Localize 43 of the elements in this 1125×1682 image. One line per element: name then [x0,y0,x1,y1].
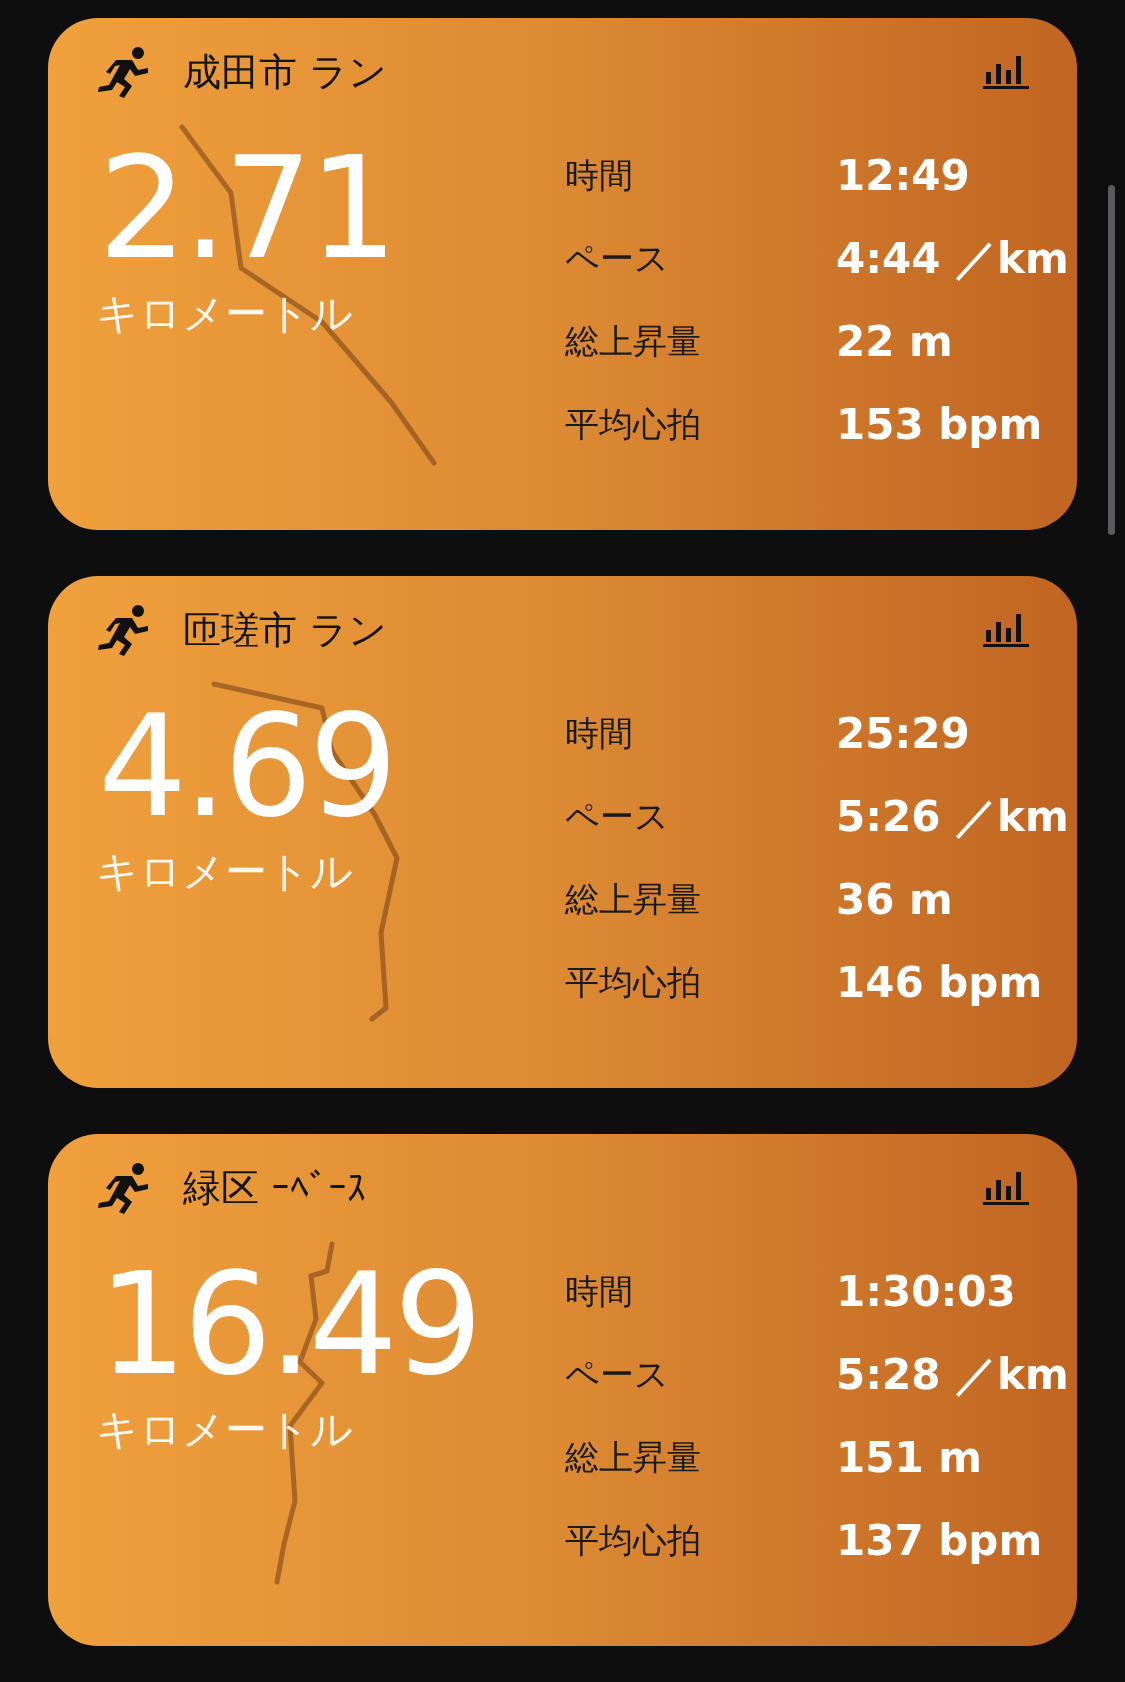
workout-card[interactable]: 成田市 ラン 2.71 キロメートル 時間 12:49 ペース 4:44 ／km 総上昇量 22 m 平均心拍 153 bpm [48,18,1077,530]
distance-unit: キロメートル [96,288,354,340]
distance-value: 4.69 [98,692,395,842]
stat-value: 146 bpm [836,958,1043,1007]
stat-label: ペース [565,236,670,280]
stat-label: 時間 [565,1269,634,1313]
workout-card[interactable]: 緑区 ｰﾍﾞｰｽ 16.49 キロメートル 時間 1:30:03 ペース 5:28 ／km 総上昇量 151 m 平均心拍 137 bpm [48,1134,1077,1646]
bar-chart-icon[interactable] [983,612,1029,648]
workout-title: 匝瑳市 ラン [183,606,388,654]
stat-value: 153 bpm [836,400,1043,449]
stat-label: ペース [565,794,670,838]
stat-value: 5:28 ／km [836,1348,1069,1401]
stat-value: 12:49 [836,151,970,200]
distance-value: 2.71 [98,134,395,284]
stat-label: ペース [565,1352,670,1396]
stat-value: 1:30:03 [836,1267,1016,1316]
scrollbar[interactable] [1108,185,1115,535]
distance-value: 16.49 [98,1250,480,1400]
distance-unit: キロメートル [96,1404,354,1456]
bar-chart-icon[interactable] [983,1170,1029,1206]
workout-card[interactable]: 匝瑳市 ラン 4.69 キロメートル 時間 25:29 ペース 5:26 ／km 総上昇量 36 m 平均心拍 146 bpm [48,576,1077,1088]
stat-label: 平均心拍 [565,1518,702,1562]
stat-value: 5:26 ／km [836,790,1069,843]
bar-chart-icon[interactable] [983,54,1029,90]
distance-unit: キロメートル [96,846,354,898]
workout-title: 緑区 ｰﾍﾞｰｽ [183,1164,367,1212]
stat-label: 総上昇量 [565,877,702,921]
stat-label: 時間 [565,711,634,755]
stat-value: 36 m [836,875,953,924]
stat-value: 25:29 [836,709,970,758]
runner-icon [96,604,150,656]
stat-label: 総上昇量 [565,319,702,363]
stat-value: 22 m [836,317,953,366]
stat-value: 4:44 ／km [836,232,1069,285]
stat-label: 平均心拍 [565,402,702,446]
stat-value: 151 m [836,1433,983,1482]
stat-label: 時間 [565,153,634,197]
runner-icon [96,46,150,98]
runner-icon [96,1162,150,1214]
stat-label: 総上昇量 [565,1435,702,1479]
stat-label: 平均心拍 [565,960,702,1004]
stat-value: 137 bpm [836,1516,1043,1565]
workout-title: 成田市 ラン [183,48,388,96]
